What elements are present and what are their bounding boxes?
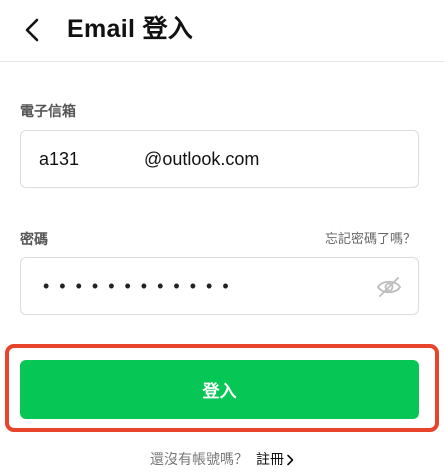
email-label: 電子信箱 <box>20 103 76 119</box>
password-field[interactable]: •••••••••••• <box>20 257 419 315</box>
register-label: 註冊 <box>256 451 284 467</box>
header: Email 登入 <box>0 0 444 62</box>
register-link[interactable]: 註冊 <box>256 451 294 467</box>
email-login-screen: Email 登入 電子信箱 a131 @outlook.com 密碼 忘記密碼了… <box>0 0 444 476</box>
toggle-password-visibility-button[interactable] <box>374 273 404 301</box>
back-arrow-icon <box>25 18 39 42</box>
login-button[interactable]: 登入 <box>20 360 419 419</box>
forgot-password-link[interactable]: 忘記密碼了嗎？ <box>325 230 416 248</box>
back-button[interactable] <box>14 12 50 48</box>
register-question: 還沒有帳號嗎？ <box>150 451 248 467</box>
register-prompt: 還沒有帳號嗎？ 註冊 <box>0 449 444 469</box>
eye-hidden-icon <box>376 277 402 297</box>
password-masked-value: •••••••••••• <box>43 275 239 296</box>
page-title: Email 登入 <box>67 15 194 43</box>
password-label: 密碼 <box>20 231 48 247</box>
email-field[interactable]: a131 @outlook.com <box>20 130 419 188</box>
email-value: a131 @outlook.com <box>39 148 260 169</box>
chevron-right-icon <box>287 454 294 466</box>
